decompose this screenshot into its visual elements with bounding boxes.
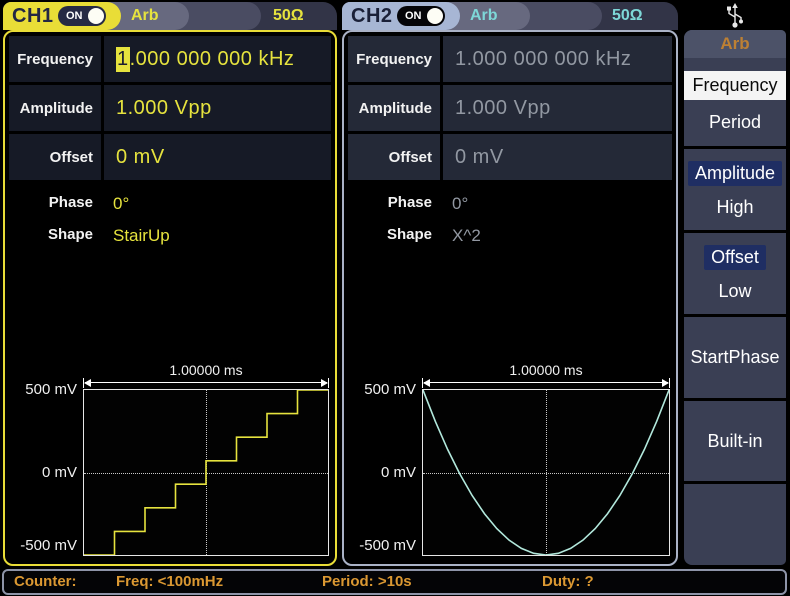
ch2-mode-label: Arb bbox=[470, 7, 498, 25]
ch1-power-state: ON bbox=[66, 10, 83, 22]
counter-statusbar: Counter: Freq: <100mHz Period: >10s Duty… bbox=[2, 569, 787, 595]
menu-item-builtin[interactable]: Built-in bbox=[707, 431, 762, 452]
arrow-right-icon bbox=[662, 379, 669, 387]
ch1-shape-value: StairUp bbox=[101, 226, 170, 246]
ch1-toggle-knob bbox=[88, 8, 104, 24]
ch1-offset-label: Offset bbox=[9, 134, 101, 180]
ch2-label: CH2 bbox=[351, 5, 393, 28]
counter-label: Counter: bbox=[14, 573, 77, 590]
ch1-label: CH1 bbox=[12, 5, 54, 28]
menu-item-startphase[interactable]: StartPhase bbox=[690, 347, 779, 368]
ch1-body: Frequency 1.000 000 000 kHz Amplitude 1.… bbox=[3, 30, 337, 566]
ch1-edit-cursor: 1 bbox=[116, 47, 130, 72]
menu-item-high[interactable]: High bbox=[716, 197, 753, 218]
ch1-frequency-value[interactable]: 1.000 000 000 kHz bbox=[104, 36, 331, 82]
menu-item-frequency[interactable]: Frequency bbox=[684, 71, 786, 100]
ch1-frequency-row: Frequency 1.000 000 000 kHz bbox=[9, 36, 331, 82]
ch2-panel: CH2 ON Arb 50Ω Frequency 1.000 000 000 k… bbox=[342, 2, 678, 566]
ch2-header: CH2 ON Arb 50Ω bbox=[342, 2, 678, 30]
ch2-shape-value: X^2 bbox=[440, 226, 481, 246]
ch1-phase-shape: Phase 0° Shape StairUp bbox=[9, 194, 331, 258]
ch2-frequency-label: Frequency bbox=[348, 36, 440, 82]
ch1-phase-value: 0° bbox=[101, 194, 129, 214]
ch2-amplitude-label: Amplitude bbox=[348, 85, 440, 131]
ch2-waveform-area: 1.00000 ms 500 mV 0 mV -500 mV bbox=[348, 362, 672, 556]
ch2-frequency-value[interactable]: 1.000 000 000 kHz bbox=[443, 36, 672, 82]
menu-item-low[interactable]: Low bbox=[718, 281, 751, 302]
ch1-frequency-value-rest: .000 000 000 kHz bbox=[130, 48, 295, 71]
ch2-power-toggle[interactable]: ON bbox=[397, 6, 445, 26]
ch1-ymax-label: 500 mV bbox=[9, 381, 77, 398]
ch1-yzero-label: 0 mV bbox=[9, 464, 77, 481]
counter-duty: Duty: ? bbox=[542, 573, 594, 590]
ch2-timespan-arrow bbox=[422, 378, 670, 388]
ch1-offset-value[interactable]: 0 mV bbox=[104, 134, 331, 180]
counter-period: Period: >10s bbox=[322, 573, 412, 590]
softkey-menu: Arb Frequency Period Amplitude High Offs… bbox=[684, 0, 790, 596]
arrow-right-icon bbox=[321, 379, 328, 387]
ch2-toggle-knob bbox=[427, 8, 443, 24]
menu-item-period[interactable]: Period bbox=[709, 112, 761, 133]
ch2-shape-label: Shape bbox=[348, 226, 440, 246]
ch1-waveform-plot bbox=[83, 389, 329, 556]
ch2-amplitude-value[interactable]: 1.000 Vpp bbox=[443, 85, 672, 131]
menu-section-startphase: StartPhase bbox=[684, 314, 786, 398]
ch2-offset-value[interactable]: 0 mV bbox=[443, 134, 672, 180]
menu-section-empty bbox=[684, 481, 786, 563]
ch2-offset-label: Offset bbox=[348, 134, 440, 180]
ch2-waveform-path bbox=[423, 390, 669, 555]
ch1-waveform-area: 1.00000 ms 500 mV 0 mV -500 mV bbox=[9, 362, 331, 556]
arrow-left-icon bbox=[84, 379, 91, 387]
ch1-amplitude-label: Amplitude bbox=[9, 85, 101, 131]
ch2-amplitude-row: Amplitude 1.000 Vpp bbox=[348, 85, 672, 131]
ch1-panel: CH1 ON Arb 50Ω Frequency 1.000 000 000 k… bbox=[3, 2, 337, 566]
counter-freq: Freq: <100mHz bbox=[116, 573, 223, 590]
ch1-mode-label: Arb bbox=[131, 7, 159, 25]
ch1-header: CH1 ON Arb 50Ω bbox=[3, 2, 337, 30]
ch1-phase-label: Phase bbox=[9, 194, 101, 214]
ch2-waveform-plot bbox=[422, 389, 670, 556]
ch1-timespan-label: 1.00000 ms bbox=[83, 362, 329, 378]
softkey-menu-panel: Arb Frequency Period Amplitude High Offs… bbox=[684, 30, 786, 565]
ch1-timespan-arrow bbox=[83, 378, 329, 388]
ch1-power-toggle[interactable]: ON bbox=[58, 6, 106, 26]
arrow-left-icon bbox=[423, 379, 430, 387]
ch2-yzero-label: 0 mV bbox=[348, 464, 416, 481]
menu-item-amplitude[interactable]: Amplitude bbox=[688, 161, 782, 186]
ch1-ymin-label: -500 mV bbox=[9, 537, 77, 554]
ch1-amplitude-value[interactable]: 1.000 Vpp bbox=[104, 85, 331, 131]
menu-item-offset[interactable]: Offset bbox=[704, 245, 766, 270]
ch1-offset-row: Offset 0 mV bbox=[9, 134, 331, 180]
menu-section-frequency: Frequency Period bbox=[684, 58, 786, 146]
menu-section-amplitude: Amplitude High bbox=[684, 146, 786, 230]
ch2-power-state: ON bbox=[405, 10, 422, 22]
ch1-frequency-label: Frequency bbox=[9, 36, 101, 82]
ch2-phase-value: 0° bbox=[440, 194, 468, 214]
menu-section-offset: Offset Low bbox=[684, 230, 786, 314]
ch1-waveform-path bbox=[84, 390, 328, 555]
ch2-phase-label: Phase bbox=[348, 194, 440, 214]
ch2-phase-shape: Phase 0° Shape X^2 bbox=[348, 194, 672, 258]
ch2-timespan-label: 1.00000 ms bbox=[422, 362, 670, 378]
ch2-ymax-label: 500 mV bbox=[348, 381, 416, 398]
usb-icon bbox=[725, 3, 745, 29]
menu-title: Arb bbox=[684, 30, 786, 58]
ch2-frequency-row: Frequency 1.000 000 000 kHz bbox=[348, 36, 672, 82]
ch2-ymin-label: -500 mV bbox=[348, 537, 416, 554]
ch2-offset-row: Offset 0 mV bbox=[348, 134, 672, 180]
ch1-impedance-label: 50Ω bbox=[273, 7, 304, 25]
ch2-impedance-label: 50Ω bbox=[612, 7, 643, 25]
menu-section-builtin: Built-in bbox=[684, 398, 786, 481]
ch2-body: Frequency 1.000 000 000 kHz Amplitude 1.… bbox=[342, 30, 678, 566]
ch1-amplitude-row: Amplitude 1.000 Vpp bbox=[9, 85, 331, 131]
ch1-shape-label: Shape bbox=[9, 226, 101, 246]
usb-status bbox=[684, 2, 786, 30]
